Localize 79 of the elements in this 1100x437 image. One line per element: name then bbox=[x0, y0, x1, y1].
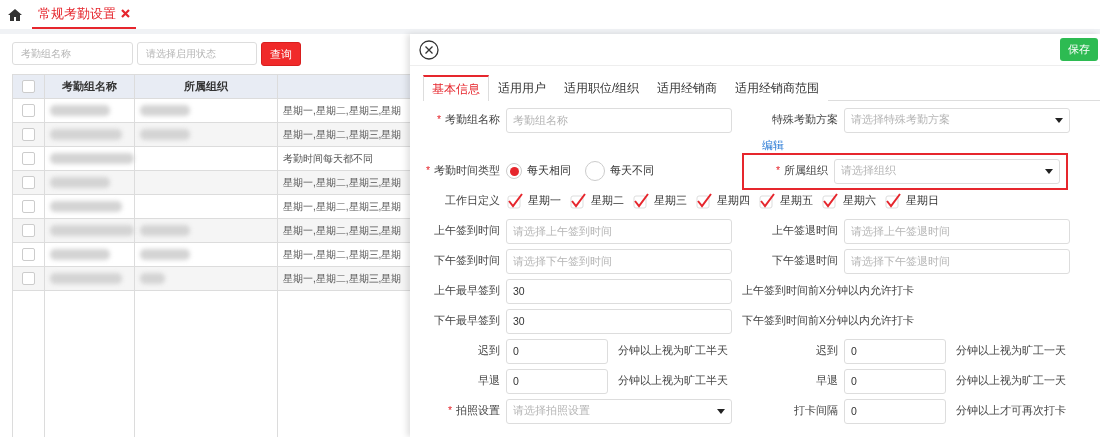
radio-label: 每天不同 bbox=[610, 164, 654, 178]
hint-text: 分钟以上视为旷工半天 bbox=[618, 374, 728, 388]
checkbox[interactable] bbox=[22, 104, 35, 117]
input-field[interactable]: 0 bbox=[844, 368, 946, 394]
radio-button[interactable] bbox=[506, 163, 522, 179]
checkbox-label: 星期一 bbox=[528, 194, 561, 208]
hint-text: 分钟以上视为旷工一天 bbox=[956, 374, 1066, 388]
close-icon[interactable] bbox=[419, 39, 439, 60]
checkbox[interactable] bbox=[569, 193, 586, 209]
checkbox[interactable] bbox=[22, 80, 35, 94]
checkbox-label: 星期二 bbox=[591, 194, 624, 208]
field-label: 下午最早签到 bbox=[433, 314, 500, 328]
input-field[interactable]: 请选择下午签到时间 bbox=[506, 248, 732, 274]
checkbox-label: 星期日 bbox=[906, 194, 939, 208]
field-label: 迟到 bbox=[815, 344, 838, 358]
name-search-field[interactable]: 考勤组名称 bbox=[12, 42, 133, 65]
radio-label: 每天相同 bbox=[527, 164, 571, 178]
checkbox[interactable] bbox=[22, 200, 35, 213]
field-label: * 考勤组名称 bbox=[435, 113, 500, 127]
required-mark: * bbox=[436, 113, 441, 125]
field-label: * 考勤时间类型 bbox=[424, 164, 500, 178]
checkbox[interactable] bbox=[821, 193, 838, 209]
field-label: 早退 bbox=[815, 374, 838, 388]
input-field[interactable]: 请选择上午签到时间 bbox=[506, 218, 732, 244]
checkbox[interactable] bbox=[22, 128, 35, 141]
checkbox[interactable] bbox=[506, 193, 523, 209]
checkbox[interactable] bbox=[22, 176, 35, 189]
checkbox[interactable] bbox=[22, 248, 35, 261]
search-button[interactable]: 查询 bbox=[261, 42, 301, 66]
caret-icon bbox=[1045, 168, 1053, 174]
input-field[interactable]: 请选择下午签退时间 bbox=[844, 248, 1070, 274]
status-select-field[interactable]: 请选择启用状态 bbox=[137, 42, 257, 65]
home-icon[interactable] bbox=[8, 8, 22, 21]
field-label: 打卡间隔 bbox=[793, 404, 838, 418]
checkbox-label: 星期六 bbox=[843, 194, 876, 208]
checkbox-label: 星期四 bbox=[717, 194, 750, 208]
required-mark: * bbox=[447, 404, 452, 416]
input-field[interactable]: 0 bbox=[506, 338, 608, 364]
input-field[interactable]: 0 bbox=[844, 398, 946, 424]
hint-text: 下午签到时间前X分钟以内允许打卡 bbox=[742, 314, 914, 328]
input-field[interactable]: 请选择上午签退时间 bbox=[844, 218, 1070, 244]
field-label: 上午最早签到 bbox=[433, 284, 500, 298]
radio-button[interactable] bbox=[585, 161, 605, 181]
input-field[interactable]: 30 bbox=[506, 278, 732, 304]
field-label: 下午签到时间 bbox=[433, 254, 500, 268]
caret-icon bbox=[1055, 117, 1063, 123]
checkbox-label: 星期三 bbox=[654, 194, 687, 208]
input-field[interactable]: 考勤组名称 bbox=[506, 107, 732, 133]
field-label: * 所属组织 bbox=[774, 164, 828, 178]
checkbox[interactable] bbox=[22, 152, 35, 165]
checkbox-label: 星期五 bbox=[780, 194, 813, 208]
field-label: 迟到 bbox=[477, 344, 500, 358]
field-label: 特殊考勤方案 bbox=[771, 113, 838, 127]
field-label: 上午签退时间 bbox=[771, 224, 838, 238]
field-label: 早退 bbox=[477, 374, 500, 388]
edit-link[interactable]: 编辑 bbox=[762, 138, 784, 153]
required-mark: * bbox=[425, 164, 430, 176]
hint-text: 分钟以上视为旷工一天 bbox=[956, 344, 1066, 358]
hint-text: 上午签到时间前X分钟以内允许打卡 bbox=[742, 284, 914, 298]
input-field[interactable]: 0 bbox=[506, 368, 608, 394]
checkbox[interactable] bbox=[695, 193, 712, 209]
checkbox[interactable] bbox=[632, 193, 649, 209]
caret-icon bbox=[717, 408, 725, 414]
checkbox[interactable] bbox=[22, 224, 35, 237]
hint-text: 分钟以上才可再次打卡 bbox=[956, 404, 1066, 418]
field-label: 上午签到时间 bbox=[433, 224, 500, 238]
checkbox[interactable] bbox=[884, 193, 901, 209]
input-field[interactable]: 30 bbox=[506, 308, 732, 334]
hint-text: 分钟以上视为旷工半天 bbox=[618, 344, 728, 358]
required-mark: * bbox=[775, 164, 780, 176]
field-label: * 拍照设置 bbox=[446, 404, 500, 418]
field-label: 下午签退时间 bbox=[771, 254, 838, 268]
checkbox[interactable] bbox=[758, 193, 775, 209]
input-field[interactable]: 0 bbox=[844, 338, 946, 364]
tab[interactable]: 基本信息 bbox=[423, 75, 489, 101]
column-header: 所属组织 bbox=[134, 74, 278, 99]
field-label: 工作日定义 bbox=[444, 194, 500, 208]
checkbox[interactable] bbox=[22, 272, 35, 285]
column-header: 考勤组名称 bbox=[44, 74, 135, 99]
